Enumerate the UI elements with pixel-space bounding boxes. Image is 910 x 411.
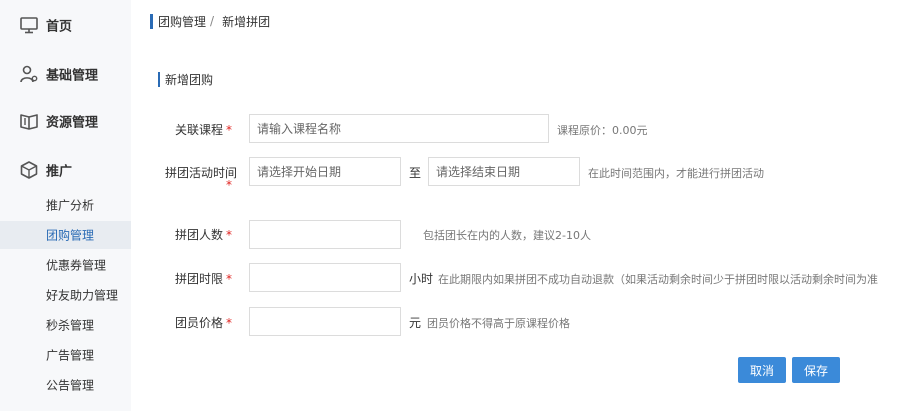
sidebar-subitem-promotion-analysis[interactable]: 推广分析 — [0, 191, 131, 219]
book-icon — [20, 114, 38, 130]
course-label: 关联课程 * — [175, 121, 232, 138]
period-required: * — [226, 178, 232, 192]
required-mark: * — [226, 228, 233, 242]
sidebar-subitem-ads[interactable]: 广告管理 — [0, 341, 131, 369]
time-limit-hint: 在此期限内如果拼团不成功自动退款（如果活动剩余时间少于拼团时限以活动剩余时间为准 — [438, 273, 878, 286]
sidebar-item-label: 首页 — [46, 19, 73, 35]
member-price-hint: 团员价格不得高于原课程价格 — [427, 317, 570, 330]
sidebar-subitem-label: 公告管理 — [46, 378, 95, 393]
required-mark: * — [226, 272, 233, 286]
sidebar-subitem-label: 推广分析 — [46, 198, 95, 213]
breadcrumb-item-current: 新增拼团 — [222, 14, 271, 29]
sidebar-item-basic[interactable]: 基础管理 — [0, 54, 131, 94]
time-limit-label-text: 拼团时限 — [175, 272, 224, 286]
required-mark: * — [226, 316, 233, 330]
save-button[interactable]: 保存 — [792, 357, 840, 383]
member-price-label-text: 团员价格 — [175, 316, 224, 330]
sidebar: 首页 基础管理 资源管理 推广 推广分析 团购管理 优惠券管理 好友助力管理 秒… — [0, 0, 131, 411]
cancel-button[interactable]: 取消 — [738, 357, 786, 383]
breadcrumb-accent-bar — [150, 13, 153, 29]
sidebar-item-promotion[interactable]: 推广 — [0, 150, 131, 190]
member-price-label: 团员价格 * — [175, 314, 232, 331]
sidebar-subitem-label: 秒杀管理 — [46, 318, 95, 333]
group-size-hint: 包括团长在内的人数，建议2-10人 — [423, 229, 591, 242]
group-size-label: 拼团人数 * — [175, 226, 232, 243]
start-date-input[interactable] — [249, 157, 401, 186]
sidebar-subitem-label: 好友助力管理 — [46, 288, 119, 303]
date-range-connector: 至 — [409, 166, 422, 180]
member-price-unit: 元 — [409, 316, 422, 330]
sidebar-subitem-group-buy[interactable]: 团购管理 — [0, 221, 131, 249]
period-hint: 在此时间范围内，才能进行拼团活动 — [588, 167, 764, 180]
section-title: 新增团购 — [165, 72, 214, 87]
group-size-label-text: 拼团人数 — [175, 228, 224, 242]
sidebar-item-resources[interactable]: 资源管理 — [0, 101, 131, 141]
sidebar-item-home[interactable]: 首页 — [0, 5, 131, 45]
end-date-input[interactable] — [428, 157, 580, 186]
section-accent-bar — [158, 71, 160, 87]
monitor-icon — [20, 17, 38, 34]
sidebar-subitem-coupons[interactable]: 优惠券管理 — [0, 251, 131, 279]
required-mark: * — [226, 123, 233, 137]
member-price-input[interactable] — [249, 307, 401, 336]
sidebar-item-label: 基础管理 — [46, 68, 99, 84]
time-limit-input[interactable] — [249, 263, 401, 292]
sidebar-subitem-announcements[interactable]: 公告管理 — [0, 371, 131, 399]
breadcrumb-item-group-buy[interactable]: 团购管理 — [158, 13, 206, 30]
time-limit-unit: 小时 — [409, 272, 434, 286]
breadcrumb: 团购管理 / 新增拼团 — [150, 12, 270, 30]
user-gear-icon — [20, 65, 38, 83]
section-heading: 新增团购 — [158, 71, 213, 87]
course-price-hint: 课程原价：0.00元 — [557, 124, 648, 137]
cube-icon — [20, 161, 38, 179]
group-size-input[interactable] — [249, 220, 401, 249]
required-mark: * — [226, 178, 232, 192]
sidebar-item-label: 资源管理 — [46, 115, 99, 131]
breadcrumb-separator: / — [210, 14, 215, 28]
sidebar-item-label: 推广 — [46, 164, 73, 180]
sidebar-subitem-label: 广告管理 — [46, 348, 95, 363]
time-limit-label: 拼团时限 * — [175, 270, 232, 287]
sidebar-subitem-label: 优惠券管理 — [46, 258, 107, 273]
course-label-text: 关联课程 — [175, 123, 224, 137]
sidebar-subitem-label: 团购管理 — [46, 228, 95, 243]
sidebar-subitem-flash-sale[interactable]: 秒杀管理 — [0, 311, 131, 339]
sidebar-subitem-friend-help[interactable]: 好友助力管理 — [0, 281, 131, 309]
course-input[interactable] — [249, 114, 549, 143]
